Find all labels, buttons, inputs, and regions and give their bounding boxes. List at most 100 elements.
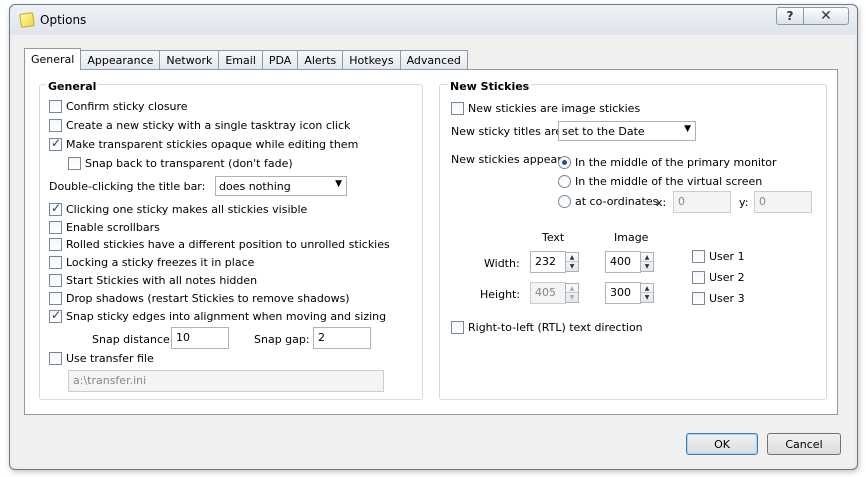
drop-shadows-checkbox[interactable] xyxy=(49,292,62,305)
spin-up-icon[interactable]: ▲ xyxy=(641,253,653,262)
spin-up-icon[interactable]: ▲ xyxy=(566,253,578,262)
use-transfer-label: Use transfer file xyxy=(66,352,154,365)
appear-coords-option[interactable]: at co-ordinates xyxy=(558,195,658,208)
appear-primary-radio[interactable] xyxy=(558,156,571,169)
help-button[interactable]: ? xyxy=(776,7,804,25)
user-1-checkbox[interactable] xyxy=(692,250,705,263)
snap-back-option[interactable]: Snap back to transparent (don't fade) xyxy=(68,157,293,170)
click-one-visible-checkbox[interactable] xyxy=(49,201,62,216)
general-tab-panel: General Confirm sticky closure Create a … xyxy=(24,69,838,415)
titles-label: New sticky titles are: xyxy=(451,125,566,138)
title-bar[interactable]: Options ? ✕ xyxy=(10,5,857,35)
appear-virtual-radio[interactable] xyxy=(558,175,571,188)
user-2-option[interactable]: User 2 xyxy=(692,271,745,284)
user-1-option[interactable]: User 1 xyxy=(692,250,745,263)
double-click-dropdown[interactable]: does nothing ▼ xyxy=(215,176,347,196)
tab-appearance[interactable]: Appearance xyxy=(81,50,161,70)
spin-down-icon[interactable]: ▼ xyxy=(641,262,653,271)
image-stickies-checkbox[interactable] xyxy=(451,102,464,115)
height-image-spinner[interactable]: ▲ ▼ xyxy=(640,283,654,303)
single-click-new-checkbox[interactable] xyxy=(49,119,62,132)
rolled-position-checkbox[interactable] xyxy=(49,238,62,251)
appear-primary-option[interactable]: In the middle of the primary monitor xyxy=(558,156,777,169)
tab-alerts[interactable]: Alerts xyxy=(298,50,344,70)
snap-edges-checkbox[interactable] xyxy=(49,308,62,323)
drop-shadows-option[interactable]: Drop shadows (restart Stickies to remove… xyxy=(49,292,350,305)
use-transfer-option[interactable]: Use transfer file xyxy=(49,352,154,365)
appear-coords-radio[interactable] xyxy=(558,195,571,208)
cancel-button[interactable]: Cancel xyxy=(767,433,841,455)
snap-back-label: Snap back to transparent (don't fade) xyxy=(85,157,293,170)
start-hidden-checkbox[interactable] xyxy=(49,274,62,287)
width-image-input[interactable]: 400 xyxy=(605,251,641,273)
tab-general[interactable]: General xyxy=(24,48,82,70)
click-one-visible-label: Clicking one sticky makes all stickies v… xyxy=(66,203,308,216)
titles-dropdown[interactable]: set to the Date ▼ xyxy=(558,121,696,141)
tab-network[interactable]: Network xyxy=(160,50,220,70)
spin-down-icon[interactable]: ▼ xyxy=(566,293,578,302)
tab-pda[interactable]: PDA xyxy=(262,50,299,70)
image-stickies-option[interactable]: New stickies are image stickies xyxy=(451,102,640,115)
user-2-label: User 2 xyxy=(709,271,745,284)
start-hidden-option[interactable]: Start Stickies with all notes hidden xyxy=(49,274,257,287)
titles-value: set to the Date xyxy=(562,124,645,138)
snap-edges-option[interactable]: Snap sticky edges into alignment when mo… xyxy=(49,308,386,323)
transfer-file-input[interactable]: a:\transfer.ini xyxy=(68,370,384,392)
width-text-input[interactable]: 232 xyxy=(530,251,566,273)
dropdown-arrow-icon: ▼ xyxy=(684,124,691,134)
width-text-spinner[interactable]: ▲ ▼ xyxy=(565,252,579,272)
opaque-editing-option[interactable]: Make transparent stickies opaque while e… xyxy=(49,136,358,151)
enable-scrollbars-option[interactable]: Enable scrollbars xyxy=(49,221,160,234)
y-coordinate-input[interactable]: 0 xyxy=(754,191,812,213)
confirm-closure-checkbox[interactable] xyxy=(49,100,62,113)
height-text-spinner[interactable]: ▲ ▼ xyxy=(565,283,579,303)
options-dialog: Options ? ✕ General Appearance Network E… xyxy=(9,4,858,470)
tab-hotkeys[interactable]: Hotkeys xyxy=(343,50,401,70)
locking-freezes-checkbox[interactable] xyxy=(49,256,62,269)
tab-email[interactable]: Email xyxy=(219,50,263,70)
tab-advanced[interactable]: Advanced xyxy=(400,50,468,70)
snap-gap-input[interactable]: 2 xyxy=(313,327,371,349)
use-transfer-checkbox[interactable] xyxy=(49,352,62,365)
opaque-editing-checkbox[interactable] xyxy=(49,136,62,151)
snap-back-checkbox[interactable] xyxy=(68,157,81,170)
spin-up-icon[interactable]: ▲ xyxy=(641,284,653,293)
y-label: y: xyxy=(739,196,749,209)
single-click-new-label: Create a new sticky with a single tasktr… xyxy=(66,119,351,132)
click-one-visible-option[interactable]: Clicking one sticky makes all stickies v… xyxy=(49,201,308,216)
height-image-input[interactable]: 300 xyxy=(605,282,641,304)
height-text-input[interactable]: 405 xyxy=(530,282,566,304)
locking-freezes-option[interactable]: Locking a sticky freezes it in place xyxy=(49,256,254,269)
user-2-checkbox[interactable] xyxy=(692,271,705,284)
x-coordinate-input[interactable]: 0 xyxy=(673,191,731,213)
user-3-checkbox[interactable] xyxy=(692,292,705,305)
width-image-spinner[interactable]: ▲ ▼ xyxy=(640,252,654,272)
start-hidden-label: Start Stickies with all notes hidden xyxy=(66,274,258,287)
confirm-closure-option[interactable]: Confirm sticky closure xyxy=(49,100,188,113)
single-click-new-option[interactable]: Create a new sticky with a single tasktr… xyxy=(49,119,350,132)
rtl-option[interactable]: Right-to-left (RTL) text direction xyxy=(451,321,643,334)
snap-distance-input[interactable]: 10 xyxy=(171,327,229,349)
image-stickies-label: New stickies are image stickies xyxy=(468,102,641,115)
enable-scrollbars-checkbox[interactable] xyxy=(49,221,62,234)
dropdown-arrow-icon: ▼ xyxy=(335,179,342,189)
rtl-checkbox[interactable] xyxy=(451,321,464,334)
ok-button[interactable]: OK xyxy=(686,433,758,455)
rolled-position-option[interactable]: Rolled stickies have a different positio… xyxy=(49,238,390,251)
spin-up-icon[interactable]: ▲ xyxy=(566,284,578,293)
appear-virtual-option[interactable]: In the middle of the virtual screen xyxy=(558,175,762,188)
close-button[interactable]: ✕ xyxy=(803,7,849,25)
appear-label: New stickies appear: xyxy=(451,153,566,166)
double-click-value: does nothing xyxy=(219,179,291,193)
spin-down-icon[interactable]: ▼ xyxy=(566,262,578,271)
image-column-header: Image xyxy=(614,231,649,244)
new-stickies-group-title: New Stickies xyxy=(448,80,532,93)
width-label: Width: xyxy=(484,257,520,270)
spin-down-icon[interactable]: ▼ xyxy=(641,293,653,302)
general-group-title: General xyxy=(46,80,99,93)
confirm-closure-label: Confirm sticky closure xyxy=(66,100,188,113)
user-3-option[interactable]: User 3 xyxy=(692,292,745,305)
text-column-header: Text xyxy=(542,231,565,244)
tab-strip: General Appearance Network Email PDA Ale… xyxy=(24,48,468,70)
user-3-label: User 3 xyxy=(709,292,745,305)
